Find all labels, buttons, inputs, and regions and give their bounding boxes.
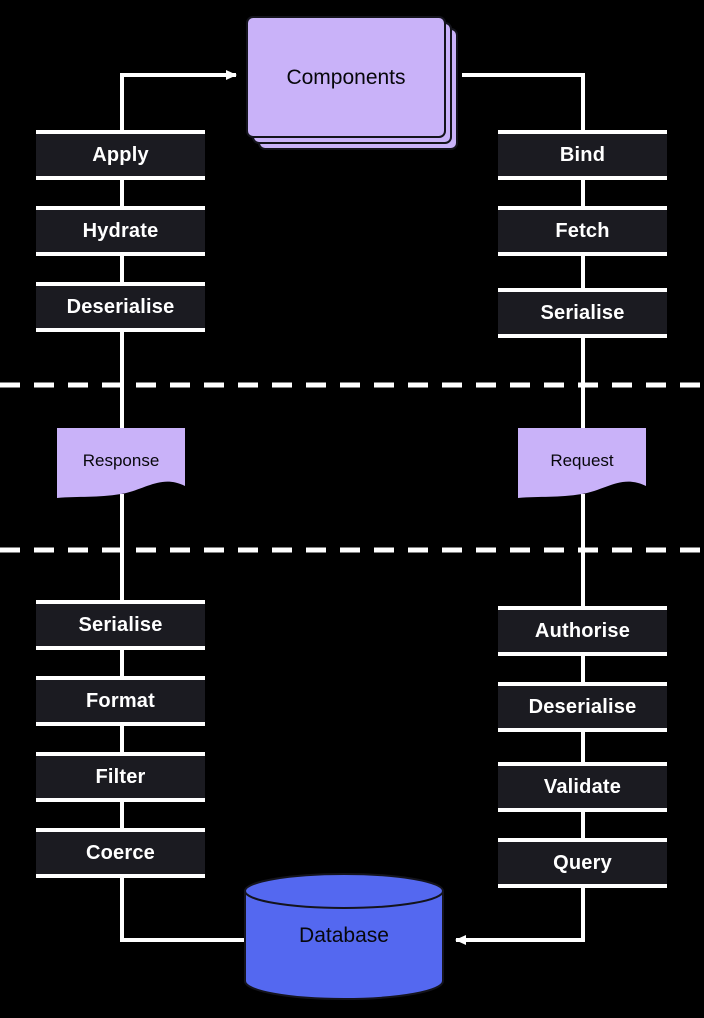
stage-apply[interactable]: Apply bbox=[36, 130, 205, 180]
stage-label: Deserialise bbox=[66, 296, 175, 318]
stage-deserialise-client[interactable]: Deserialise bbox=[36, 282, 205, 332]
message-response[interactable]: Response bbox=[57, 428, 185, 500]
stage-label: Validate bbox=[543, 776, 622, 798]
response-document-body bbox=[57, 428, 185, 498]
stage-label: Format bbox=[86, 690, 155, 712]
pipeline-diagram: Components Apply Hydrate Deserialise Bin… bbox=[0, 0, 704, 1018]
stage-authorise[interactable]: Authorise bbox=[498, 606, 667, 656]
stage-label: Bind bbox=[559, 144, 606, 166]
stage-coerce[interactable]: Coerce bbox=[36, 828, 205, 878]
node-layer: Components Apply Hydrate Deserialise Bin… bbox=[0, 0, 704, 1018]
stage-bind[interactable]: Bind bbox=[498, 130, 667, 180]
stage-label: Serialise bbox=[540, 302, 625, 324]
stage-serialise-client[interactable]: Serialise bbox=[498, 288, 667, 338]
stage-validate[interactable]: Validate bbox=[498, 762, 667, 812]
stage-label: Query bbox=[553, 852, 612, 874]
request-document-body bbox=[518, 428, 646, 498]
stage-label: Filter bbox=[95, 766, 146, 788]
stage-serialise-server[interactable]: Serialise bbox=[36, 600, 205, 650]
stage-deserialise-server[interactable]: Deserialise bbox=[498, 682, 667, 732]
stage-label: Coerce bbox=[85, 842, 155, 864]
database-cylinder[interactable]: Database bbox=[244, 872, 444, 1001]
stage-query[interactable]: Query bbox=[498, 838, 667, 888]
stage-label: Fetch bbox=[555, 220, 610, 242]
stage-fetch[interactable]: Fetch bbox=[498, 206, 667, 256]
database-top-ellipse bbox=[244, 873, 444, 909]
stage-format[interactable]: Format bbox=[36, 676, 205, 726]
stage-label: Hydrate bbox=[82, 220, 159, 242]
components-card[interactable]: Components bbox=[240, 12, 465, 152]
stage-filter[interactable]: Filter bbox=[36, 752, 205, 802]
message-request[interactable]: Request bbox=[518, 428, 646, 500]
stage-label: Serialise bbox=[78, 614, 163, 636]
stage-label: Authorise bbox=[534, 620, 631, 642]
stage-hydrate[interactable]: Hydrate bbox=[36, 206, 205, 256]
stage-label: Deserialise bbox=[528, 696, 637, 718]
stage-label: Apply bbox=[92, 144, 149, 166]
components-card-label: Components bbox=[286, 65, 406, 89]
components-card-sheet-1: Components bbox=[246, 16, 446, 138]
